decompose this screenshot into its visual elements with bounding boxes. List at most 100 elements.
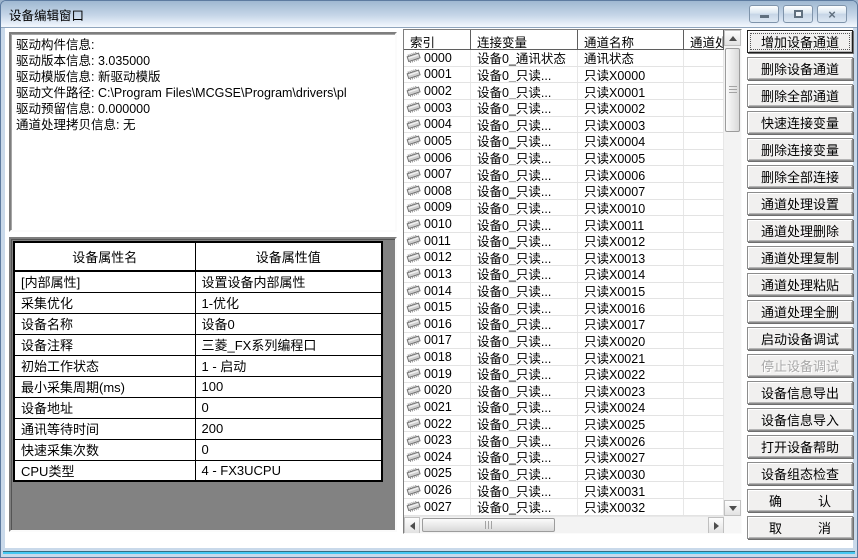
channel-row[interactable]: 0007设备0_只读...只读X0006 — [404, 166, 724, 183]
maximize-button[interactable] — [783, 5, 813, 23]
property-row[interactable]: 快速采集次数0 — [14, 439, 382, 460]
delete-all-channels-button[interactable]: 删除全部通道 — [747, 84, 853, 107]
property-row[interactable]: 采集优化1-优化 — [14, 292, 382, 313]
property-row[interactable]: 初始工作状态1 - 启动 — [14, 355, 382, 376]
property-row[interactable]: 最小采集周期(ms)100 — [14, 376, 382, 397]
property-row[interactable]: CPU类型4 - FX3UCPU — [14, 460, 382, 481]
channel-row[interactable]: 0010设备0_只读...只读X0011 — [404, 216, 724, 233]
scroll-right-button[interactable] — [708, 517, 724, 534]
property-row[interactable]: 通讯等待时间200 — [14, 418, 382, 439]
start-device-debug-button[interactable]: 启动设备调试 — [747, 327, 853, 350]
channel-variable-cell: 设备0_只读... — [471, 316, 578, 332]
channel-row[interactable]: 0020设备0_只读...只读X0023 — [404, 383, 724, 400]
channel-row[interactable]: 0000设备0_通讯状态通讯状态 — [404, 50, 724, 67]
confirm-button[interactable]: 确 认 — [747, 489, 853, 512]
vertical-scrollbar[interactable] — [724, 30, 741, 516]
channel-row[interactable]: 0023设备0_只读...只读X0026 — [404, 432, 724, 449]
channel-index-cell: 0005 — [404, 133, 471, 149]
channel-row[interactable]: 0006设备0_只读...只读X0005 — [404, 150, 724, 167]
window-titlebar[interactable]: 设备编辑窗口 × — [1, 1, 857, 28]
vertical-scrollbar-thumb[interactable] — [725, 48, 740, 132]
channel-variable-cell: 设备0_只读... — [471, 366, 578, 382]
channel-index-cell: 0012 — [404, 250, 471, 266]
col-header-channel[interactable]: 通道名称 — [578, 30, 684, 50]
import-device-info-button[interactable]: 设备信息导入 — [747, 408, 853, 431]
property-value-cell: 0 — [195, 397, 382, 418]
channel-name-cell: 只读X0011 — [578, 216, 684, 232]
property-name-header: 设备属性名 — [14, 242, 195, 271]
stop-device-debug-button: 停止设备调试 — [747, 354, 853, 377]
channel-process-cell — [684, 299, 724, 315]
delete-connect-variable-button[interactable]: 删除连接变量 — [747, 138, 853, 161]
channel-name-cell: 只读X0013 — [578, 250, 684, 266]
channel-row[interactable]: 0017设备0_只读...只读X0020 — [404, 333, 724, 350]
property-name-cell: 设备注释 — [14, 334, 195, 355]
channel-row[interactable]: 0012设备0_只读...只读X0013 — [404, 250, 724, 267]
channel-row[interactable]: 0002设备0_只读...只读X0001 — [404, 83, 724, 100]
thumb-grip-icon — [485, 521, 493, 529]
open-device-help-button[interactable]: 打开设备帮助 — [747, 435, 853, 458]
channel-row[interactable]: 0011设备0_只读...只读X0012 — [404, 233, 724, 250]
chip-icon — [406, 318, 421, 329]
channel-row[interactable]: 0014设备0_只读...只读X0015 — [404, 283, 724, 300]
channel-row[interactable]: 0008设备0_只读...只读X0007 — [404, 183, 724, 200]
channel-index-cell: 0026 — [404, 482, 471, 498]
channel-process-cell — [684, 383, 724, 399]
chip-icon — [406, 69, 421, 80]
channel-row[interactable]: 0009设备0_只读...只读X0010 — [404, 200, 724, 217]
scroll-up-button[interactable] — [724, 30, 741, 46]
scroll-down-button[interactable] — [724, 500, 741, 516]
property-row[interactable]: 设备名称设备0 — [14, 313, 382, 334]
close-button[interactable]: × — [817, 5, 847, 23]
delete-device-channel-button[interactable]: 删除设备通道 — [747, 57, 853, 80]
channel-row[interactable]: 0022设备0_只读...只读X0025 — [404, 416, 724, 433]
add-device-channel-button[interactable]: 增加设备通道 — [747, 30, 853, 53]
channel-row[interactable]: 0015设备0_只读...只读X0016 — [404, 299, 724, 316]
channel-index-text: 0011 — [424, 234, 451, 248]
property-row[interactable]: [内部属性]设置设备内部属性 — [14, 271, 382, 292]
cancel-button[interactable]: 取 消 — [747, 516, 853, 539]
channel-row[interactable]: 0001设备0_只读...只读X0000 — [404, 67, 724, 84]
property-name-cell: 采集优化 — [14, 292, 195, 313]
col-header-variable[interactable]: 连接变量 — [471, 30, 578, 50]
property-row[interactable]: 设备注释三菱_FX系列编程口 — [14, 334, 382, 355]
channel-row[interactable]: 0018设备0_只读...只读X0021 — [404, 349, 724, 366]
chip-icon — [406, 235, 421, 246]
channel-row[interactable]: 0016设备0_只读...只读X0017 — [404, 316, 724, 333]
property-row[interactable]: 设备地址0 — [14, 397, 382, 418]
device-config-check-button[interactable]: 设备组态检查 — [747, 462, 853, 485]
channel-row[interactable]: 0025设备0_只读...只读X0030 — [404, 466, 724, 483]
channel-row[interactable]: 0003设备0_只读...只读X0002 — [404, 100, 724, 117]
channel-process-delete-all-button[interactable]: 通道处理全删 — [747, 300, 853, 323]
channel-index-text: 0003 — [424, 101, 452, 115]
channel-variable-cell: 设备0_只读... — [471, 482, 578, 498]
channel-row[interactable]: 0026设备0_只读...只读X0031 — [404, 482, 724, 499]
col-header-process[interactable]: 通道处理 — [684, 30, 724, 50]
channel-row[interactable]: 0024设备0_只读...只读X0027 — [404, 449, 724, 466]
export-device-info-button[interactable]: 设备信息导出 — [747, 381, 853, 404]
channel-process-delete-button[interactable]: 通道处理删除 — [747, 219, 853, 242]
channel-process-settings-button[interactable]: 通道处理设置 — [747, 192, 853, 215]
channel-row[interactable]: 0027设备0_只读...只读X0032 — [404, 499, 724, 516]
channel-row[interactable]: 0013设备0_只读...只读X0014 — [404, 266, 724, 283]
channel-process-copy-button[interactable]: 通道处理复制 — [747, 246, 853, 269]
horizontal-scrollbar-thumb[interactable] — [422, 518, 555, 532]
delete-all-connections-button[interactable]: 删除全部连接 — [747, 165, 853, 188]
channel-variable-cell: 设备0_只读... — [471, 216, 578, 232]
col-header-index[interactable]: 索引 — [404, 30, 471, 50]
scroll-left-button[interactable] — [404, 517, 420, 534]
channel-process-cell — [684, 416, 724, 432]
channel-variable-cell: 设备0_只读... — [471, 233, 578, 249]
minimize-button[interactable] — [749, 5, 779, 23]
chip-icon — [406, 86, 421, 97]
scroll-down-icon — [729, 506, 737, 511]
channel-process-paste-button[interactable]: 通道处理粘贴 — [747, 273, 853, 296]
channel-row[interactable]: 0005设备0_只读...只读X0004 — [404, 133, 724, 150]
channel-row[interactable]: 0021设备0_只读...只读X0024 — [404, 399, 724, 416]
channel-index-cell: 0015 — [404, 299, 471, 315]
quick-connect-variable-button[interactable]: 快速连接变量 — [747, 111, 853, 134]
channel-row[interactable]: 0019设备0_只读...只读X0022 — [404, 366, 724, 383]
channel-index-text: 0023 — [424, 433, 452, 447]
horizontal-scrollbar[interactable] — [404, 516, 724, 533]
channel-row[interactable]: 0004设备0_只读...只读X0003 — [404, 117, 724, 134]
